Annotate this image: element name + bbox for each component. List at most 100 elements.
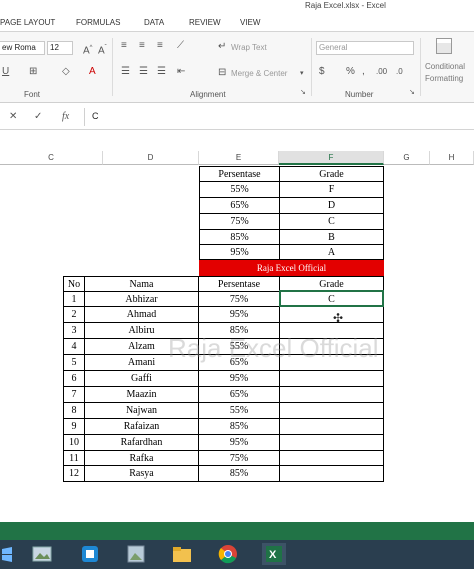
table-cell[interactable]: 85%	[199, 466, 280, 482]
tab-data[interactable]: DATA	[144, 18, 164, 27]
table-cell[interactable]: 3	[63, 323, 85, 339]
table-cell[interactable]	[280, 466, 384, 482]
table-cell[interactable]: 2	[63, 307, 85, 323]
font-color-icon[interactable]: A	[89, 66, 96, 78]
conditional-formatting-icon[interactable]	[436, 38, 452, 54]
table-cell[interactable]	[280, 371, 384, 387]
table-cell[interactable]: B	[280, 230, 384, 245]
table-cell[interactable]: 95%	[199, 307, 280, 323]
table-cell[interactable]: Rafardhan	[85, 435, 199, 451]
dialog-launcher-icon[interactable]: ↘	[409, 87, 415, 99]
table-cell[interactable]: 95%	[199, 245, 280, 260]
table-cell[interactable]: 8	[63, 403, 85, 419]
table-cell[interactable]: 5	[63, 355, 85, 371]
conditional-formatting-label-2[interactable]: Formatting	[425, 73, 463, 85]
image-viewer-icon[interactable]	[30, 543, 54, 565]
table-cell[interactable]: 55%	[199, 182, 280, 198]
comma-icon[interactable]: ,	[362, 66, 365, 78]
column-header-c[interactable]: C	[0, 151, 103, 165]
table-cell[interactable]: 75%	[199, 292, 280, 307]
decrease-font-icon[interactable]: Aˇ	[98, 42, 107, 57]
table-cell[interactable]	[280, 419, 384, 435]
table-cell[interactable]	[280, 403, 384, 419]
table-cell[interactable]: A	[280, 245, 384, 260]
increase-font-icon[interactable]: A^	[83, 42, 93, 57]
table-cell[interactable]: 95%	[199, 435, 280, 451]
table-cell[interactable]: C	[280, 214, 384, 230]
tab-formulas[interactable]: FORMULAS	[76, 18, 120, 27]
table-header-cell[interactable]: Nama	[85, 276, 199, 292]
table-cell[interactable]: 11	[63, 451, 85, 466]
excel-taskbar-icon[interactable]: X	[262, 543, 286, 565]
orientation-icon[interactable]: ⟋	[177, 40, 184, 52]
table-cell[interactable]: Rasya	[85, 466, 199, 482]
start-button[interactable]	[2, 543, 14, 565]
align-left-icon[interactable]: ☰	[121, 66, 130, 78]
table-header-cell[interactable]: No	[63, 276, 85, 292]
cancel-icon[interactable]: ✕	[9, 111, 17, 123]
file-explorer-icon[interactable]	[170, 543, 194, 565]
percent-icon[interactable]: %	[346, 66, 355, 78]
table-header-cell[interactable]: Persentase	[199, 276, 280, 292]
column-header-e[interactable]: E	[199, 151, 279, 165]
tab-review[interactable]: REVIEW	[189, 18, 221, 27]
enter-icon[interactable]: ✓	[34, 111, 42, 123]
align-middle-icon[interactable]: ≡	[139, 40, 145, 52]
table-cell[interactable]: 9	[63, 419, 85, 435]
column-header-f[interactable]: F	[279, 151, 384, 165]
table-cell[interactable]: 75%	[199, 214, 280, 230]
column-header-d[interactable]: D	[103, 151, 199, 165]
table-cell[interactable]: Ahmad	[85, 307, 199, 323]
table-cell[interactable]: Najwan	[85, 403, 199, 419]
wrap-text-icon[interactable]: ↵	[218, 41, 226, 53]
app-icon[interactable]	[78, 543, 102, 565]
increase-decimal-icon[interactable]: .00	[376, 66, 387, 78]
wrap-text-button[interactable]: Wrap Text	[231, 42, 267, 54]
table-cell[interactable]: 65%	[199, 198, 280, 214]
table-cell[interactable]: Rafaizan	[85, 419, 199, 435]
table-cell[interactable]	[280, 435, 384, 451]
align-center-icon[interactable]: ☰	[139, 66, 148, 78]
banner[interactable]: Raja Excel Official	[199, 260, 384, 276]
table-cell[interactable]	[280, 451, 384, 466]
column-header-g[interactable]: G	[384, 151, 430, 165]
table-cell[interactable]: Maazin	[85, 387, 199, 403]
chevron-down-icon[interactable]: ▾	[300, 68, 304, 80]
table-cell[interactable]: 1	[63, 292, 85, 307]
table-cell[interactable]: Abhizar	[85, 292, 199, 307]
merge-center-icon[interactable]: ⊟	[218, 67, 226, 79]
borders-icon[interactable]: ⊞	[29, 66, 37, 78]
document-viewer-icon[interactable]	[124, 543, 148, 565]
table-cell[interactable]: 55%	[199, 403, 280, 419]
table-cell[interactable]: 85%	[199, 230, 280, 245]
table-cell[interactable]: 6	[63, 371, 85, 387]
table-cell[interactable]: 85%	[199, 419, 280, 435]
table-cell[interactable]: Gaffi	[85, 371, 199, 387]
table-cell[interactable]: 10	[63, 435, 85, 451]
fill-color-icon[interactable]: ◇	[62, 66, 70, 78]
table-cell[interactable]: D	[280, 198, 384, 214]
table-cell[interactable]	[280, 307, 384, 323]
insert-function-icon[interactable]: fx	[62, 111, 69, 123]
table-header-cell[interactable]: Grade	[280, 166, 384, 182]
table-cell[interactable]: 75%	[199, 451, 280, 466]
tab-view[interactable]: VIEW	[240, 18, 260, 27]
currency-icon[interactable]: $	[319, 66, 325, 78]
table-cell[interactable]: Rafka	[85, 451, 199, 466]
table-cell[interactable]	[280, 387, 384, 403]
align-bottom-icon[interactable]: ≡	[157, 40, 163, 52]
dialog-launcher-icon[interactable]: ↘	[300, 87, 306, 99]
table-cell[interactable]: F	[280, 182, 384, 198]
table-cell[interactable]: 65%	[199, 387, 280, 403]
formula-input[interactable]: C	[92, 111, 99, 121]
chrome-icon[interactable]	[216, 543, 240, 565]
conditional-formatting-label[interactable]: Conditional	[425, 61, 465, 73]
align-top-icon[interactable]: ≡	[121, 40, 127, 52]
merge-center-button[interactable]: Merge & Center	[231, 68, 287, 80]
table-cell[interactable]: 12	[63, 466, 85, 482]
decrease-decimal-icon[interactable]: .0	[396, 66, 403, 78]
table-cell[interactable]: 7	[63, 387, 85, 403]
column-header-h[interactable]: H	[430, 151, 474, 165]
table-cell[interactable]: 95%	[199, 371, 280, 387]
font-name-box[interactable]: ew Roma	[0, 41, 45, 55]
